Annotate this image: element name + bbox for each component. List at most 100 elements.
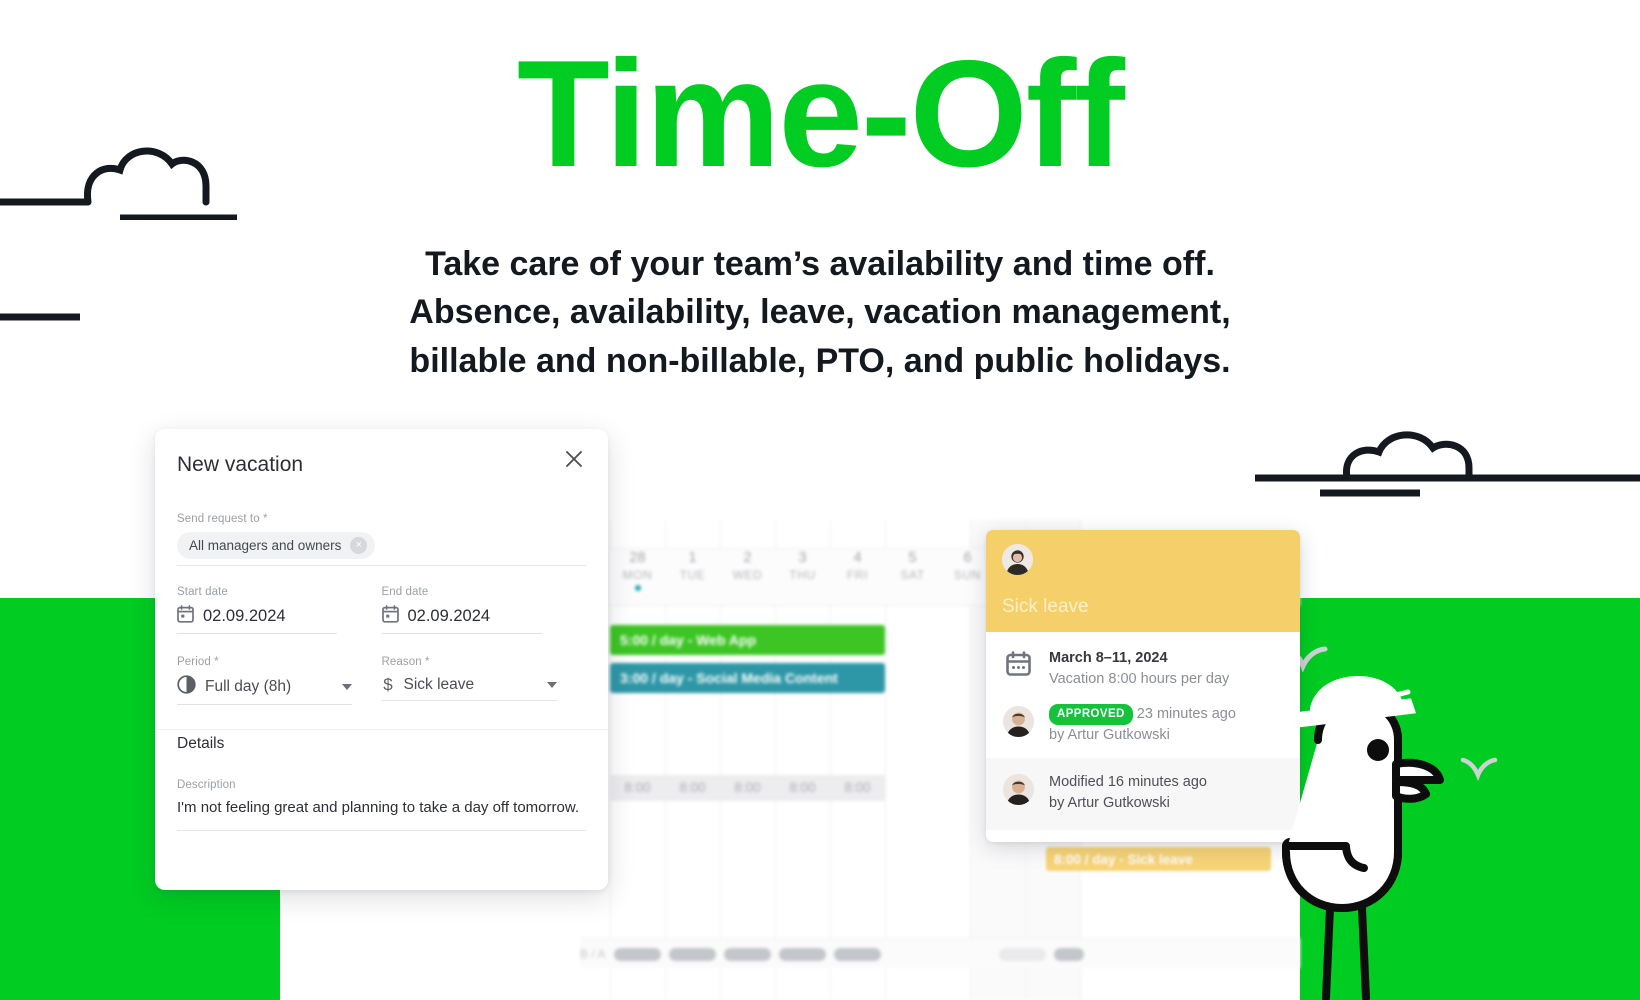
calendar-day-header[interactable]: 28 MON bbox=[610, 550, 665, 591]
page-root: Time-Off Take care of your team’s availa… bbox=[0, 0, 1640, 1000]
period-reason-row: Period * Full day (8h) Reason * $ Sick l… bbox=[177, 656, 586, 705]
billable-pill bbox=[669, 948, 716, 961]
dialog-title: New vacation bbox=[177, 453, 304, 476]
calendar-hours-cell: 8:00 bbox=[844, 780, 871, 795]
calendar-task-bar[interactable]: 5:00 / day - Web App bbox=[610, 625, 885, 655]
subtitle-line-1: Take care of your team’s availability an… bbox=[425, 245, 1215, 283]
billable-pill bbox=[724, 948, 771, 961]
calendar-hours-row: 8:00 8:00 8:00 8:00 8:00 bbox=[610, 775, 885, 801]
calendar-day-number: 28 bbox=[629, 550, 646, 566]
page-title: Time-Off bbox=[516, 29, 1125, 199]
leave-date-text: March 8–11, 2024 Vacation 8:00 hours per… bbox=[1049, 648, 1229, 690]
send-request-field[interactable]: Send request to * All managers and owner… bbox=[177, 513, 586, 566]
status-badge: APPROVED bbox=[1049, 704, 1133, 725]
description-textarea[interactable]: I'm not feeling great and planning to ta… bbox=[177, 798, 586, 831]
calendar-task-bar[interactable]: 3:00 / day - Social Media Content bbox=[610, 663, 885, 693]
leave-modified-row: Modified 16 minutes ago by Artur Gutkows… bbox=[986, 758, 1300, 831]
dollar-icon: $ bbox=[383, 675, 393, 694]
calendar-day-header[interactable]: 5 SAT bbox=[885, 550, 940, 582]
calendar-day-number: 2 bbox=[743, 550, 752, 566]
modified-line: Modified 16 minutes ago bbox=[1049, 774, 1207, 791]
horizon-line-left bbox=[0, 310, 87, 328]
calendar-day-name: THU bbox=[789, 568, 816, 582]
calendar-day-number: 4 bbox=[853, 550, 862, 566]
reason-field[interactable]: Reason * $ Sick leave bbox=[381, 656, 587, 705]
modified-author: by Artur Gutkowski bbox=[1049, 795, 1170, 812]
seagull-with-sailor-cap-icon bbox=[1258, 640, 1478, 1000]
reason-value: Sick leave bbox=[403, 676, 475, 693]
dialog-body: Send request to * All managers and owner… bbox=[155, 513, 608, 705]
recipient-chip-label: All managers and owners bbox=[189, 538, 342, 553]
calendar-billable-row: B / A bbox=[580, 938, 1300, 968]
calendar-hours-cell: 8:00 bbox=[624, 780, 651, 795]
billable-pill bbox=[614, 948, 661, 961]
end-date-field[interactable]: End date 02.09.2024 bbox=[381, 586, 587, 634]
send-request-label: Send request to * bbox=[177, 513, 268, 525]
end-date-value: 02.09.2024 bbox=[407, 607, 491, 625]
calendar-day-header[interactable]: 2 WED bbox=[720, 550, 775, 582]
reason-select[interactable]: $ Sick leave bbox=[381, 675, 557, 701]
leave-card-title: Sick leave bbox=[1002, 596, 1089, 617]
send-request-chip-row[interactable]: All managers and owners × bbox=[177, 532, 586, 566]
period-label: Period * bbox=[177, 656, 219, 668]
description-label: Description bbox=[177, 779, 236, 791]
leave-date-row: March 8–11, 2024 Vacation 8:00 hours per… bbox=[986, 632, 1300, 690]
leave-status-line: APPROVED 23 minutes ago bbox=[1049, 704, 1236, 725]
calendar-hours-cell: 8:00 bbox=[734, 780, 761, 795]
period-value: Full day (8h) bbox=[205, 678, 292, 695]
calendar-day-header[interactable]: 4 FRI bbox=[830, 550, 885, 582]
cloud-outline-icon bbox=[0, 130, 237, 225]
status-time: 23 minutes ago bbox=[1136, 706, 1236, 723]
leave-date-range: March 8–11, 2024 bbox=[1049, 650, 1168, 666]
page-subtitle: Take care of your team’s availability an… bbox=[0, 240, 1640, 385]
billable-available-label: B / A bbox=[580, 947, 606, 961]
calendar-hours-cell: 8:00 bbox=[789, 780, 816, 795]
calendar-day-name: SAT bbox=[900, 568, 925, 582]
today-dot-icon bbox=[634, 585, 641, 591]
calendar-hours-cell: 8:00 bbox=[679, 780, 706, 795]
chevron-down-icon[interactable] bbox=[342, 684, 352, 690]
details-section: Details Description I'm not feeling grea… bbox=[155, 735, 608, 831]
end-date-input[interactable]: 02.09.2024 bbox=[381, 605, 542, 634]
close-icon[interactable] bbox=[560, 445, 588, 473]
calendar-day-name: TUE bbox=[679, 568, 706, 582]
leave-date-hours: Vacation 8:00 hours per day bbox=[1049, 671, 1230, 688]
status-author: by Artur Gutkowski bbox=[1049, 727, 1170, 744]
half-moon-icon bbox=[177, 675, 196, 699]
chevron-down-icon[interactable] bbox=[546, 682, 557, 688]
calendar-day-header[interactable]: 1 TUE bbox=[665, 550, 720, 582]
leave-detail-card[interactable]: Sick leave March 8–11, 2024 Vacation 8:0… bbox=[986, 530, 1300, 842]
chip-remove-icon[interactable]: × bbox=[350, 537, 368, 554]
calendar-icon bbox=[177, 605, 194, 628]
dialog-divider bbox=[155, 729, 608, 730]
calendar-icon bbox=[1002, 648, 1035, 677]
recipient-chip[interactable]: All managers and owners × bbox=[177, 532, 376, 559]
avatar bbox=[1002, 772, 1035, 806]
avatar bbox=[1002, 544, 1033, 575]
calendar-day-number: 3 bbox=[798, 550, 807, 566]
calendar-sick-leave-bar[interactable]: 8:00 / day - Sick leave bbox=[1046, 847, 1271, 871]
calendar-day-number: 5 bbox=[908, 550, 917, 566]
billable-pill bbox=[779, 948, 826, 961]
calendar-icon bbox=[381, 605, 399, 628]
calendar-day-header[interactable]: 3 THU bbox=[775, 550, 830, 582]
leave-status-row: APPROVED 23 minutes ago by Artur Gutkows… bbox=[986, 690, 1300, 746]
billable-pill bbox=[1054, 948, 1084, 961]
period-select[interactable]: Full day (8h) bbox=[177, 675, 352, 705]
subtitle-line-2: Absence, availability, leave, vacation m… bbox=[409, 293, 1231, 332]
start-date-label: Start date bbox=[177, 586, 228, 598]
reason-label: Reason * bbox=[381, 656, 430, 668]
new-vacation-dialog[interactable]: New vacation Send request to * All manag… bbox=[155, 429, 608, 890]
start-date-field[interactable]: Start date 02.09.2024 bbox=[177, 586, 382, 634]
calendar-day-name: MON bbox=[622, 568, 653, 582]
leave-modified-text: Modified 16 minutes ago by Artur Gutkows… bbox=[1049, 772, 1207, 814]
start-date-value: 02.09.2024 bbox=[203, 607, 286, 625]
start-date-input[interactable]: 02.09.2024 bbox=[177, 605, 337, 634]
date-fields-row: Start date 02.09.2024 End date 02.09.202… bbox=[177, 586, 586, 634]
period-field[interactable]: Period * Full day (8h) bbox=[177, 656, 382, 705]
calendar-day-number: 1 bbox=[688, 550, 697, 566]
calendar-day-name: WED bbox=[732, 568, 763, 582]
leave-card-header: Sick leave bbox=[986, 530, 1300, 632]
billable-pill bbox=[834, 948, 881, 961]
calendar-day-name: FRI bbox=[846, 568, 869, 582]
